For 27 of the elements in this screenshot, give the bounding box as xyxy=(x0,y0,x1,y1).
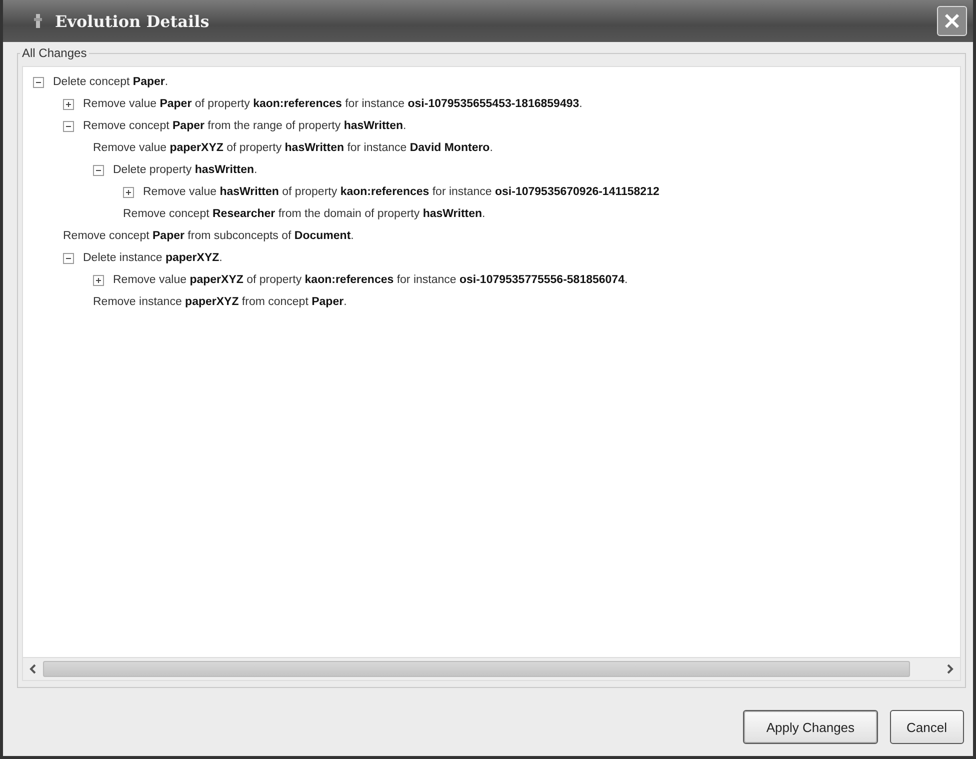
tree-item[interactable]: Remove concept Paper from subconcepts of Document. xyxy=(63,230,354,242)
collapse-icon[interactable] xyxy=(63,120,74,132)
expand-icon[interactable] xyxy=(123,186,134,198)
tree-item[interactable]: Remove value hasWritten of property kaon:references for instance osi-1079535670926-141158212 xyxy=(143,186,660,198)
tree-item[interactable]: Delete instance paperXYZ. xyxy=(83,252,222,264)
tree-item[interactable]: Remove value paperXYZ of property kaon:references for instance osi-1079535775556-581856074. xyxy=(113,274,628,286)
close-button[interactable] xyxy=(937,6,967,36)
tree-item[interactable]: Remove instance paperXYZ from concept Paper. xyxy=(93,296,347,308)
expand-icon[interactable] xyxy=(93,274,104,286)
tree-item[interactable]: Remove value paperXYZ of property hasWritten for instance David Montero. xyxy=(93,142,493,154)
collapse-icon[interactable] xyxy=(93,164,104,176)
tree-item[interactable]: Remove concept Paper from the range of property hasWritten. xyxy=(83,120,406,132)
scroll-thumb[interactable] xyxy=(43,661,910,677)
app-icon xyxy=(33,13,43,29)
close-icon xyxy=(943,12,961,30)
expand-icon[interactable] xyxy=(63,98,74,110)
horizontal-scrollbar[interactable] xyxy=(23,657,960,680)
collapse-icon[interactable] xyxy=(33,76,44,88)
dialog-button[interactable]: Apply Changes xyxy=(743,710,878,744)
tree-item[interactable]: Delete property hasWritten. xyxy=(113,164,258,176)
collapse-icon[interactable] xyxy=(63,252,74,264)
tree-item[interactable]: Delete concept Paper. xyxy=(53,76,168,88)
tree-item[interactable]: Remove value Paper of property kaon:references for instance osi-1079535655453-1816859493. xyxy=(83,98,582,110)
window-title: Evolution Details xyxy=(55,12,210,30)
group-title: All Changes xyxy=(21,46,88,60)
tree-item[interactable]: Remove concept Researcher from the domain of property hasWritten. xyxy=(123,208,486,220)
dialog-button[interactable]: Cancel xyxy=(890,710,964,744)
